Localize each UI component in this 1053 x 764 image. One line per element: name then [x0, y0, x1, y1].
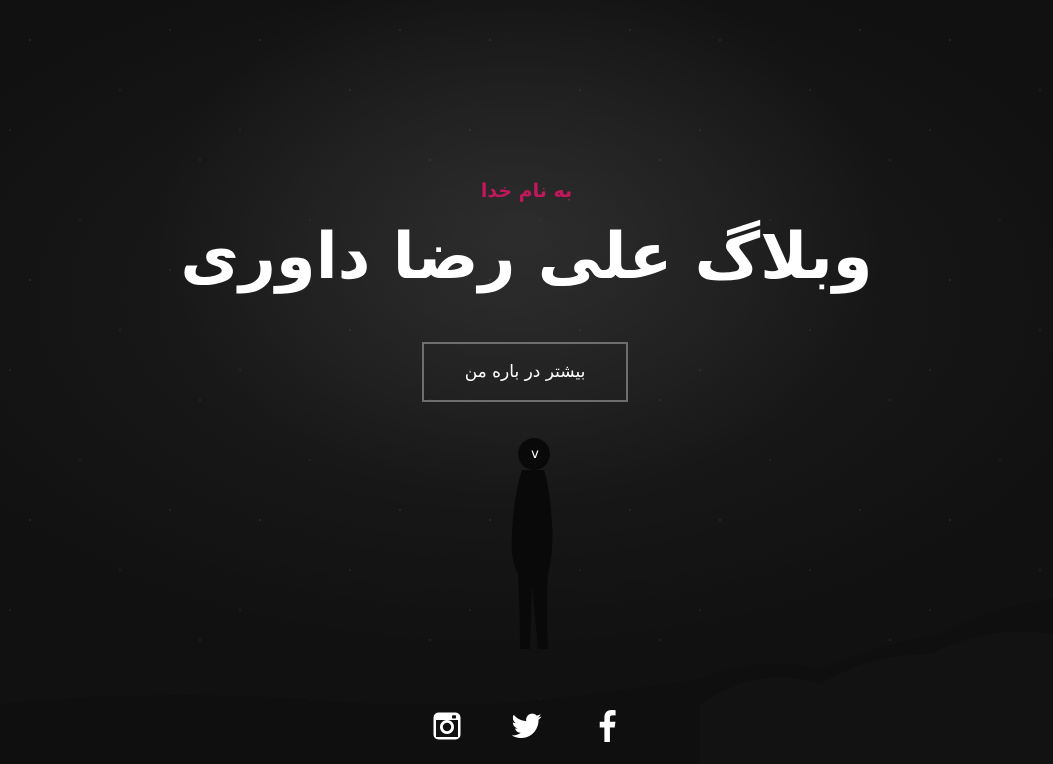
- hero-section: به نام خدا وبلاگ علی رضا داوری بیشتر در …: [0, 0, 1053, 764]
- facebook-link[interactable]: [591, 710, 623, 742]
- page-title: وبلاگ علی رضا داوری: [180, 220, 873, 294]
- intro-block: به نام خدا وبلاگ علی رضا داوری: [0, 176, 1053, 302]
- about-me-button[interactable]: بیشتر در باره من: [422, 342, 628, 402]
- scroll-down-chevron-icon[interactable]: v: [524, 443, 546, 465]
- instagram-icon: [433, 712, 460, 740]
- person-silhouette: [511, 438, 553, 649]
- twitter-link[interactable]: [511, 710, 543, 742]
- greeting-text: به نام خدا: [480, 180, 573, 202]
- twitter-icon: [511, 713, 541, 738]
- facebook-icon: [599, 710, 616, 742]
- social-links: [0, 706, 1053, 746]
- instagram-link[interactable]: [431, 710, 463, 742]
